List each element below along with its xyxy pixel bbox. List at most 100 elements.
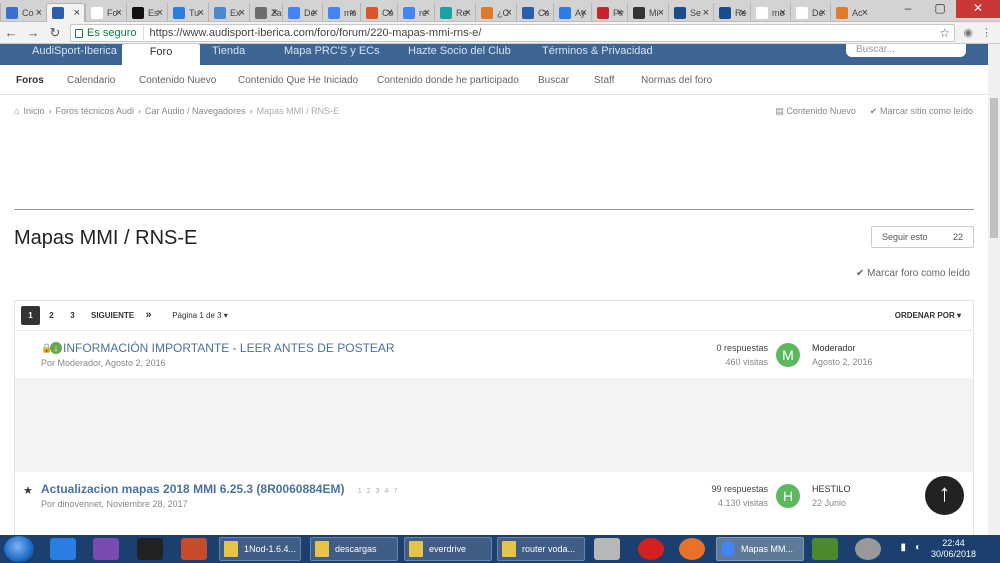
firefox-icon[interactable] bbox=[679, 538, 705, 560]
vertical-scrollbar[interactable] bbox=[988, 44, 1000, 535]
mark-forum-read-link[interactable]: ✔ Marcar foro como leído bbox=[856, 268, 970, 279]
browser-tab[interactable]: Re × bbox=[434, 3, 475, 22]
subnav-staff[interactable]: Staff bbox=[594, 75, 614, 86]
taskbar-task[interactable]: descargas bbox=[310, 537, 398, 561]
close-tab-icon[interactable]: × bbox=[116, 7, 122, 19]
browser-tab[interactable]: × bbox=[46, 3, 85, 22]
extension-icon[interactable]: ◉ bbox=[963, 26, 973, 39]
nav-hazte-socio[interactable]: Hazte Socio del Club bbox=[408, 44, 511, 58]
topic-title[interactable]: INFORMACIÓN IMPORTANTE - LEER ANTES DE P… bbox=[63, 341, 395, 355]
last-page-button[interactable]: » bbox=[139, 306, 158, 325]
browser-tab[interactable]: mo × bbox=[750, 3, 790, 22]
forward-icon[interactable]: → bbox=[22, 25, 44, 40]
app-icon[interactable] bbox=[137, 538, 163, 560]
avatar[interactable]: M bbox=[776, 343, 800, 367]
subnav-calendario[interactable]: Calendario bbox=[67, 75, 115, 86]
minimize-button[interactable]: – bbox=[892, 0, 924, 18]
scrollbar-thumb[interactable] bbox=[990, 98, 998, 238]
ie-icon[interactable] bbox=[50, 538, 76, 560]
breadcrumb-foros-tecnicos[interactable]: Foros técnicos Audi bbox=[55, 106, 134, 116]
browser-tab[interactable]: Co × bbox=[516, 3, 553, 22]
page-jump-dropdown[interactable]: Página 1 de 3 ▾ bbox=[170, 306, 230, 325]
close-tab-icon[interactable]: × bbox=[74, 7, 80, 19]
nav-tienda[interactable]: Tienda bbox=[212, 44, 245, 58]
subnav-contenido-iniciado[interactable]: Contenido Que He Iniciado bbox=[238, 75, 358, 86]
close-tab-icon[interactable]: × bbox=[862, 7, 868, 19]
close-tab-icon[interactable]: × bbox=[350, 7, 356, 19]
browser-tab[interactable]: De × bbox=[790, 3, 830, 22]
browser-tab[interactable]: mo × bbox=[322, 3, 360, 22]
url-text[interactable]: https://www.audisport-iberica.com/foro/f… bbox=[144, 27, 482, 39]
nav-foro[interactable]: Foro bbox=[122, 44, 200, 65]
app-icon[interactable] bbox=[181, 538, 207, 560]
scroll-to-top-button[interactable]: ↑ bbox=[925, 476, 964, 515]
start-button[interactable] bbox=[4, 536, 34, 562]
browser-tab[interactable]: ¿C × bbox=[475, 3, 516, 22]
close-tab-icon[interactable]: × bbox=[272, 7, 278, 19]
close-tab-icon[interactable]: × bbox=[424, 7, 430, 19]
avatar[interactable]: H bbox=[776, 484, 800, 508]
browser-tab[interactable]: Ay × bbox=[553, 3, 591, 22]
network-icon[interactable]: ▮ bbox=[900, 542, 906, 553]
browser-tab[interactable]: Có × bbox=[360, 3, 397, 22]
close-tab-icon[interactable]: × bbox=[239, 7, 245, 19]
close-tab-icon[interactable]: × bbox=[617, 7, 623, 19]
maximize-button[interactable]: ▢ bbox=[924, 0, 956, 18]
marcar-sitio-leido-link[interactable]: ✔ Marcar sitio como leído bbox=[870, 106, 973, 117]
sort-by-dropdown[interactable]: ORDENAR POR ▾ bbox=[895, 311, 961, 320]
volume-icon[interactable]: ◖ bbox=[914, 542, 920, 553]
taskbar-task-chrome[interactable]: Mapas MM... bbox=[716, 537, 804, 561]
page-3-button[interactable]: 3 bbox=[63, 306, 82, 325]
follow-button[interactable]: Seguir esto 22 bbox=[871, 226, 974, 248]
site-search-input[interactable]: Buscar... bbox=[846, 44, 966, 57]
browser-tab[interactable]: Ex × bbox=[208, 3, 249, 22]
nav-audisport-iberica[interactable]: AudiSport-Iberica bbox=[32, 44, 117, 58]
clock[interactable]: 22:44 30/06/2018 bbox=[931, 538, 976, 560]
browser-tab[interactable]: Tu × bbox=[167, 3, 208, 22]
back-icon[interactable]: ← bbox=[0, 25, 22, 40]
browser-tab[interactable]: Ac × bbox=[830, 3, 872, 22]
topic-title[interactable]: Actualizacion mapas 2018 MMI 6.25.3 (8R0… bbox=[41, 482, 397, 496]
taskbar-task[interactable]: 1Nod-1.6.4... bbox=[219, 537, 301, 561]
browser-tab[interactable]: Za × bbox=[249, 3, 282, 22]
browser-tab[interactable]: Es × bbox=[126, 3, 167, 22]
subnav-buscar[interactable]: Buscar bbox=[538, 75, 569, 86]
browser-tab[interactable]: Mi × bbox=[627, 3, 668, 22]
last-post-user[interactable]: Moderador bbox=[812, 341, 873, 355]
media-player-icon[interactable] bbox=[594, 538, 620, 560]
opera-icon[interactable] bbox=[638, 538, 664, 560]
close-tab-icon[interactable]: × bbox=[581, 7, 587, 19]
url-field[interactable]: Es seguro https://www.audisport-iberica.… bbox=[70, 24, 955, 42]
close-tab-icon[interactable]: × bbox=[740, 7, 746, 19]
app-icon[interactable] bbox=[93, 538, 119, 560]
contenido-nuevo-link[interactable]: ▤ Contenido Nuevo bbox=[775, 106, 856, 117]
last-post-user[interactable]: HESTILO bbox=[812, 482, 851, 496]
close-tab-icon[interactable]: × bbox=[543, 7, 549, 19]
browser-tab[interactable]: re × bbox=[397, 3, 434, 22]
browser-tab[interactable]: Re × bbox=[713, 3, 750, 22]
close-tab-icon[interactable]: × bbox=[198, 7, 204, 19]
subnav-foros[interactable]: Foros bbox=[16, 75, 44, 86]
breadcrumb-car-audio[interactable]: Car Audio / Navegadores bbox=[145, 106, 246, 116]
breadcrumb-inicio[interactable]: Inicio bbox=[23, 106, 44, 116]
close-tab-icon[interactable]: × bbox=[465, 7, 471, 19]
secure-indicator[interactable]: Es seguro bbox=[71, 26, 144, 40]
menu-icon[interactable]: ⋮ bbox=[981, 26, 992, 39]
taskbar-task[interactable]: everdrive bbox=[404, 537, 492, 561]
close-tab-icon[interactable]: × bbox=[820, 7, 826, 19]
next-page-button[interactable]: SIGUIENTE bbox=[91, 306, 134, 325]
close-tab-icon[interactable]: × bbox=[703, 7, 709, 19]
last-post-date[interactable]: Agosto 2, 2016 bbox=[812, 355, 873, 369]
app-icon[interactable] bbox=[855, 538, 881, 560]
browser-tab[interactable]: Se × bbox=[668, 3, 713, 22]
reload-icon[interactable]: ↻ bbox=[44, 25, 66, 41]
subnav-normas[interactable]: Normas del foro bbox=[641, 75, 712, 86]
browser-tab[interactable]: Pir × bbox=[591, 3, 627, 22]
bookmark-star-icon[interactable]: ☆ bbox=[939, 26, 950, 40]
close-tab-icon[interactable]: × bbox=[506, 7, 512, 19]
close-tab-icon[interactable]: × bbox=[36, 7, 42, 19]
close-tab-icon[interactable]: × bbox=[387, 7, 393, 19]
nav-terminos[interactable]: Términos & Privacidad bbox=[542, 44, 653, 58]
page-1-button[interactable]: 1 bbox=[21, 306, 40, 325]
browser-tab[interactable]: Co × bbox=[0, 3, 46, 22]
